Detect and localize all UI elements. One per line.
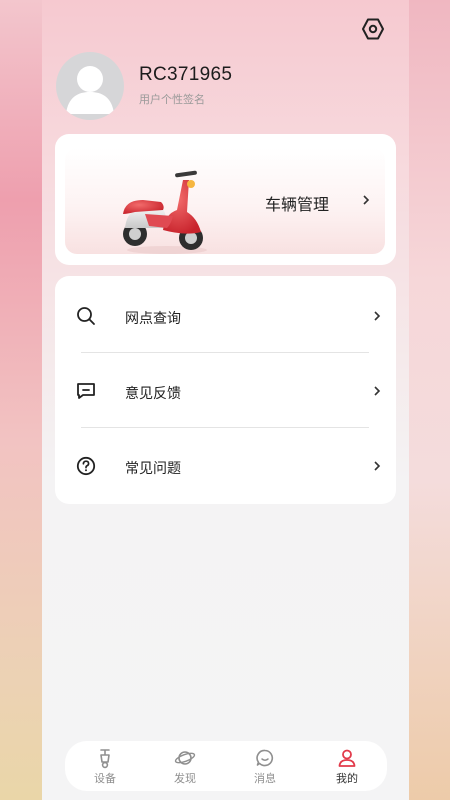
- user-signature[interactable]: 用户个性签名: [139, 91, 205, 107]
- chevron-right-icon: [374, 386, 381, 396]
- chat-bubble-icon: [256, 749, 274, 767]
- background-right: [408, 0, 450, 800]
- menu-item-label: 网点查询: [125, 311, 181, 327]
- feedback-icon: [77, 383, 95, 399]
- menu-item-faq[interactable]: 常见问题: [55, 428, 396, 503]
- tab-mine[interactable]: 我的: [307, 741, 387, 791]
- person-icon: [338, 749, 356, 767]
- search-icon: [77, 307, 95, 325]
- tab-discover[interactable]: 发现: [145, 741, 225, 791]
- settings-button[interactable]: [360, 16, 386, 42]
- vehicle-card-inner: [65, 148, 385, 254]
- tab-device[interactable]: 设备: [65, 741, 145, 791]
- hexagon-settings-icon: [362, 18, 384, 40]
- bottom-tab-bar: 设备 发现 消息 我的: [65, 741, 387, 791]
- tab-label: 消息: [254, 772, 276, 785]
- question-icon: [76, 456, 96, 476]
- chevron-right-icon: [374, 311, 381, 321]
- avatar[interactable]: [56, 52, 124, 120]
- menu-card: 网点查询 意见反馈 常见问题: [55, 276, 396, 504]
- chevron-right-icon: [374, 461, 381, 471]
- tab-label: 发现: [174, 772, 196, 785]
- menu-item-feedback[interactable]: 意见反馈: [55, 353, 396, 428]
- scooter-device-icon: [100, 749, 110, 769]
- app-screen: RC371965 用户个性签名 车辆管理 网点查询 意见反馈 常见问题 设备 发…: [42, 0, 409, 800]
- red-scooter-illustration: [123, 170, 207, 254]
- chevron-right-icon: [363, 195, 370, 205]
- vehicle-management-label: 车辆管理: [265, 195, 330, 214]
- background-left: [0, 0, 42, 800]
- default-avatar-icon: [66, 66, 114, 114]
- menu-item-outlet-search[interactable]: 网点查询: [55, 278, 396, 353]
- tab-label: 设备: [94, 772, 116, 785]
- menu-item-label: 常见问题: [125, 461, 181, 477]
- username: RC371965: [139, 64, 233, 85]
- menu-item-label: 意见反馈: [125, 386, 181, 402]
- planet-icon: [174, 751, 196, 765]
- vehicle-management-card[interactable]: 车辆管理: [55, 134, 396, 265]
- tab-label: 我的: [336, 772, 358, 785]
- tab-messages[interactable]: 消息: [225, 741, 305, 791]
